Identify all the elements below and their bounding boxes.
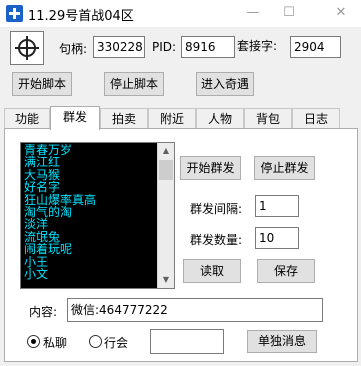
tab-auction[interactable]: 拍卖 [100, 108, 148, 129]
send-count-label: 群发数量: [190, 233, 243, 247]
list-item[interactable]: 小文 [24, 268, 156, 280]
scroll-down-arrow-icon[interactable]: ▼ [158, 272, 174, 288]
send-interval-label: 群发间隔: [190, 202, 243, 216]
socket-label: 套接字: [237, 39, 278, 53]
app-icon [6, 5, 23, 22]
list-item[interactable]: 大马猴 [24, 169, 156, 181]
list-item[interactable]: 青春万岁 [24, 144, 156, 156]
private-chat-radio[interactable] [27, 335, 40, 348]
scroll-thumb[interactable] [159, 160, 173, 180]
list-item[interactable]: 小王 [24, 256, 156, 268]
content-label: 内容: [29, 305, 58, 319]
close-button[interactable]: ✕ [326, 3, 356, 23]
list-item[interactable]: 好名字 [24, 181, 156, 193]
tab-functions[interactable]: 功能 [4, 108, 50, 129]
minimize-button[interactable]: — [238, 3, 268, 23]
maximize-button[interactable]: ☐ [274, 3, 304, 23]
list-item[interactable]: 淘气的淘 [24, 206, 156, 218]
list-item[interactable]: 满江红 [24, 156, 156, 168]
save-button[interactable]: 保存 [257, 259, 315, 283]
tab-log[interactable]: 日志 [292, 108, 340, 129]
tab-inventory[interactable]: 背包 [244, 108, 292, 129]
list-scrollbar[interactable]: ▲ ▼ [157, 143, 174, 288]
list-item[interactable]: 狂山爆率真高 [24, 194, 156, 206]
single-message-button[interactable]: 单独消息 [247, 330, 317, 353]
handle-field[interactable]: 330228 [93, 36, 145, 58]
start-script-button[interactable]: 开始脚本 [12, 72, 72, 96]
stop-group-send-button[interactable]: 停止群发 [254, 156, 315, 180]
socket-field[interactable]: 2904 [290, 36, 341, 58]
list-item[interactable]: 闹着玩呢 [24, 243, 156, 255]
handle-label: 句柄: [59, 42, 88, 56]
guild-chat-label: 行会 [104, 336, 129, 350]
pid-label: PID: [152, 40, 177, 54]
guild-chat-radio[interactable] [89, 335, 102, 348]
private-chat-label: 私聊 [43, 336, 68, 350]
list-item[interactable]: 流氓兔 [24, 231, 156, 243]
list-item[interactable]: 淡洋 [24, 218, 156, 230]
tab-group-send[interactable]: 群发 [50, 106, 100, 130]
tab-nearby[interactable]: 附近 [148, 108, 196, 129]
player-list[interactable]: 青春万岁 满江红 大马猴 好名字 狂山爆率真高 淘气的淘 淡洋 流氓兔 闹着玩呢… [20, 142, 175, 289]
tab-character[interactable]: 人物 [196, 108, 244, 129]
stop-script-button[interactable]: 停止脚本 [104, 72, 164, 96]
enter-encounter-button[interactable]: 进入奇遇 [196, 72, 254, 96]
send-count-field[interactable]: 10 [255, 227, 299, 249]
message-content-field[interactable]: 微信:464777222 [67, 298, 323, 322]
send-interval-field[interactable]: 1 [255, 195, 299, 217]
read-button[interactable]: 读取 [183, 259, 241, 283]
window-title: 11.29号首战04区 [28, 9, 134, 24]
tab-strip: 功能 群发 拍卖 附近 人物 背包 日志 [4, 106, 358, 130]
start-group-send-button[interactable]: 开始群发 [180, 156, 241, 180]
crosshair-logo-icon [10, 31, 44, 65]
title-bar: 11.29号首战04区 — ☐ ✕ [0, 0, 361, 27]
pid-field[interactable]: 8916 [181, 36, 235, 58]
scroll-up-arrow-icon[interactable]: ▲ [158, 143, 174, 159]
target-field[interactable] [150, 329, 224, 354]
